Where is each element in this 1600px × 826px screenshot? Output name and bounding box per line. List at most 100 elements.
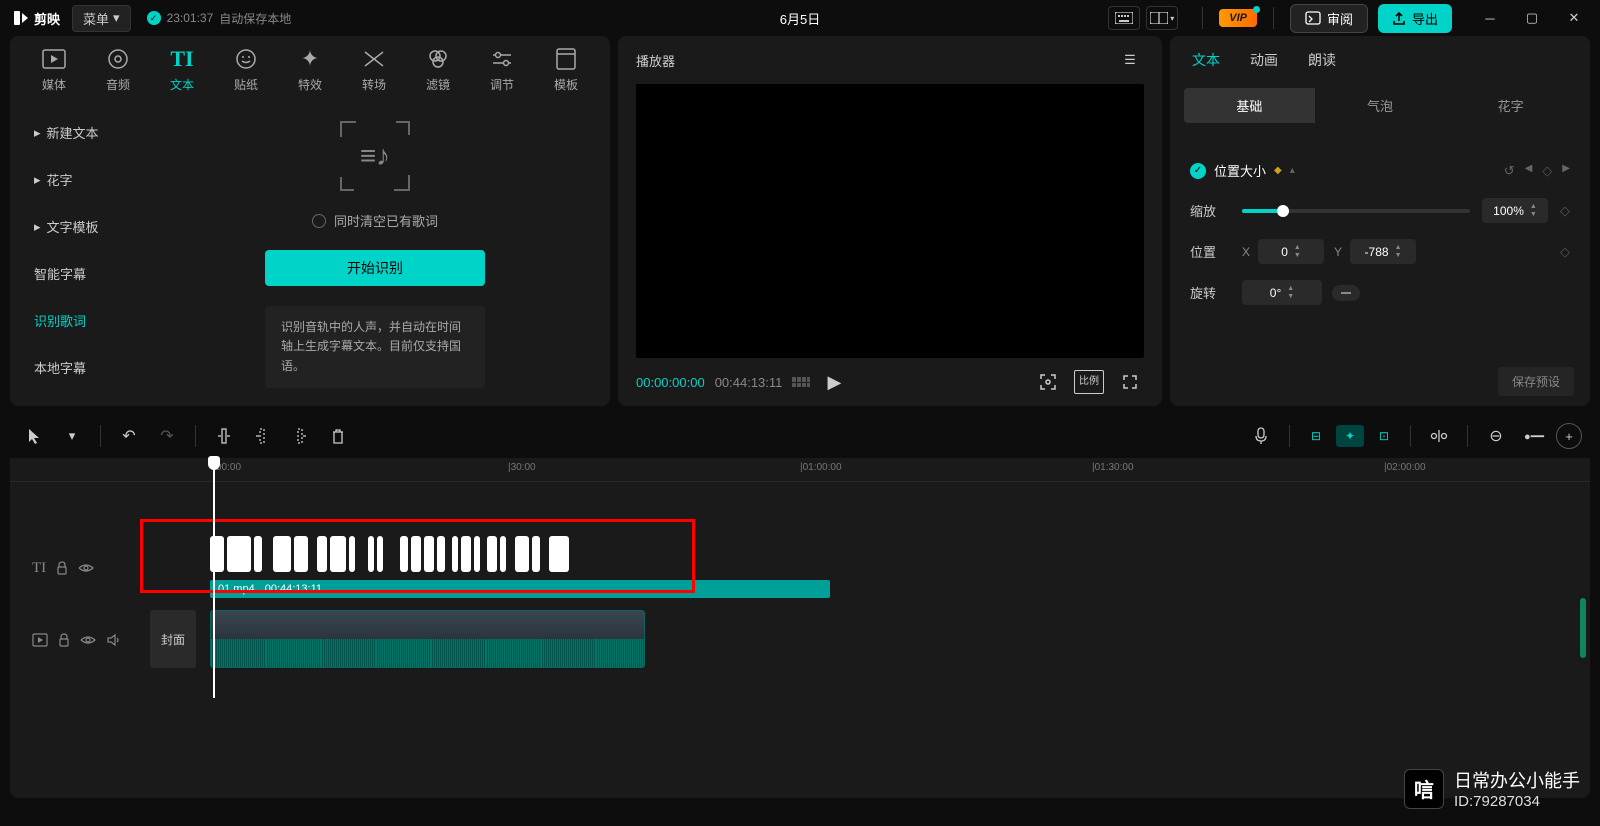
redo-button[interactable]: ↷ bbox=[151, 420, 183, 452]
preview-title: 播放器 bbox=[636, 51, 675, 70]
delete-tool[interactable] bbox=[322, 420, 354, 452]
rotate-label: 旋转 bbox=[1190, 283, 1230, 302]
sidebar-text-template[interactable]: ▸文字模板 bbox=[22, 207, 128, 246]
video-player[interactable] bbox=[636, 84, 1144, 358]
transition-icon bbox=[363, 46, 385, 72]
nav-tab-sticker[interactable]: 贴纸 bbox=[214, 44, 278, 95]
sidebar-new-text[interactable]: ▸新建文本 bbox=[22, 113, 128, 152]
eye-icon[interactable] bbox=[78, 562, 94, 574]
chevron-right-icon: ▸ bbox=[34, 219, 41, 235]
play-button[interactable]: ▶ bbox=[820, 370, 848, 394]
video-clip[interactable] bbox=[210, 610, 645, 668]
sidebar-fancy-text[interactable]: ▸花字 bbox=[22, 160, 128, 199]
mode-1[interactable]: ⊟ bbox=[1302, 425, 1330, 447]
split-tool[interactable] bbox=[208, 420, 240, 452]
chevron-right-icon: ▸ bbox=[34, 172, 41, 188]
text-icon: TI bbox=[170, 46, 193, 72]
seg-basic[interactable]: 基础 bbox=[1184, 88, 1315, 123]
props-tab-read[interactable]: 朗读 bbox=[1308, 50, 1336, 74]
nav-tab-text[interactable]: TI文本 bbox=[150, 44, 214, 95]
app-logo: 剪映 bbox=[12, 9, 60, 28]
review-icon bbox=[1305, 11, 1321, 25]
sidebar-local-subtitle[interactable]: 本地字幕 bbox=[22, 348, 128, 387]
mode-2[interactable]: ✦ bbox=[1336, 425, 1364, 447]
zoom-out-button[interactable]: ⊖ bbox=[1480, 420, 1512, 452]
preview-menu-icon[interactable]: ☰ bbox=[1116, 48, 1144, 72]
fullscreen-icon[interactable] bbox=[1116, 370, 1144, 394]
start-recognize-button[interactable]: 开始识别 bbox=[265, 250, 485, 286]
playhead[interactable] bbox=[213, 458, 215, 698]
layout-icon[interactable]: ▾ bbox=[1146, 6, 1178, 30]
save-preset-button[interactable]: 保存预设 bbox=[1498, 367, 1574, 396]
section-title: 位置大小 bbox=[1214, 161, 1266, 180]
save-status: ✓ 23:01:37 自动保存本地 bbox=[147, 10, 292, 27]
lock-icon[interactable] bbox=[58, 633, 70, 647]
pos-x-input[interactable]: 0▲▼ bbox=[1258, 239, 1324, 264]
filter-icon bbox=[427, 46, 449, 72]
pos-y-input[interactable]: -788▲▼ bbox=[1350, 239, 1416, 264]
nav-tab-filter[interactable]: 滤镜 bbox=[406, 44, 470, 95]
lyrics-recognize-icon: ≡♪ bbox=[340, 121, 410, 191]
scale-slider[interactable] bbox=[1242, 209, 1470, 213]
position-label: 位置 bbox=[1190, 242, 1230, 261]
undo-button[interactable]: ↶ bbox=[113, 420, 145, 452]
review-button[interactable]: 审阅 bbox=[1290, 4, 1368, 33]
sidebar-recognize-lyrics[interactable]: 识别歌词 bbox=[22, 301, 128, 340]
focus-icon[interactable] bbox=[1034, 370, 1062, 394]
effect-icon: ✦ bbox=[301, 46, 319, 72]
rotate-input[interactable]: 0°▲▼ bbox=[1242, 280, 1322, 305]
cursor-tool[interactable] bbox=[18, 420, 50, 452]
vip-badge[interactable]: VIP bbox=[1219, 9, 1257, 27]
mic-icon[interactable] bbox=[1245, 420, 1277, 452]
split-right-tool[interactable] bbox=[284, 420, 316, 452]
keyboard-icon[interactable] bbox=[1108, 6, 1140, 30]
eye-icon[interactable] bbox=[80, 634, 96, 646]
chevron-down-icon: ▾ bbox=[113, 10, 120, 26]
menu-button[interactable]: 菜单 ▾ bbox=[72, 5, 131, 32]
ratio-button[interactable]: 比例 bbox=[1074, 370, 1104, 394]
nav-tab-template[interactable]: 模板 bbox=[534, 44, 598, 95]
zoom-slider-thumb[interactable]: ●━━ bbox=[1518, 420, 1550, 452]
watermark: 唁 日常办公小能手 ID:79287034 bbox=[1404, 767, 1580, 810]
description-box: 识别音轨中的人声，并自动在时间轴上生成字幕文本。目前仅支持国语。 bbox=[265, 306, 485, 388]
scale-value[interactable]: 100%▲▼ bbox=[1482, 198, 1548, 223]
props-tab-text[interactable]: 文本 bbox=[1192, 50, 1220, 74]
export-icon bbox=[1392, 11, 1406, 25]
grid-icon[interactable] bbox=[792, 377, 810, 387]
next-keyframe-icon[interactable]: ▶ bbox=[1562, 163, 1570, 179]
sidebar-smart-subtitle[interactable]: 智能字幕 bbox=[22, 254, 128, 293]
zoom-in-button[interactable]: + bbox=[1556, 423, 1582, 449]
mode-3[interactable]: ⊡ bbox=[1370, 425, 1398, 447]
lock-icon[interactable] bbox=[56, 561, 68, 575]
maximize-button[interactable]: ▢ bbox=[1518, 6, 1546, 30]
timeline-ruler[interactable]: 00:00 |30:00 |01:00:00 |01:30:00 |02:00:… bbox=[10, 458, 1590, 482]
nav-tab-audio[interactable]: 音频 bbox=[86, 44, 150, 95]
template-icon bbox=[556, 46, 576, 72]
reset-icon[interactable]: ↺ bbox=[1504, 163, 1515, 179]
nav-tab-effect[interactable]: ✦特效 bbox=[278, 44, 342, 95]
rotate-toggle[interactable] bbox=[1332, 285, 1360, 301]
chevron-up-icon: ▴ bbox=[1290, 165, 1295, 176]
props-tab-animation[interactable]: 动画 bbox=[1250, 50, 1278, 74]
cursor-dropdown[interactable]: ▾ bbox=[56, 420, 88, 452]
nav-tab-adjust[interactable]: 调节 bbox=[470, 44, 534, 95]
audio-icon bbox=[107, 46, 129, 72]
snap-tool[interactable] bbox=[1423, 420, 1455, 452]
nav-tab-transition[interactable]: 转场 bbox=[342, 44, 406, 95]
close-button[interactable]: ✕ bbox=[1560, 6, 1588, 30]
export-button[interactable]: 导出 bbox=[1378, 4, 1452, 33]
seg-bubble[interactable]: 气泡 bbox=[1315, 88, 1446, 123]
keyframe-icon[interactable]: ◇ bbox=[1542, 163, 1552, 179]
diamond-icon: ◆ bbox=[1274, 165, 1282, 176]
seg-fancy[interactable]: 花字 bbox=[1445, 88, 1576, 123]
prev-keyframe-icon[interactable]: ◀ bbox=[1525, 163, 1533, 179]
mute-icon[interactable] bbox=[106, 633, 120, 647]
minimize-button[interactable]: ─ bbox=[1476, 6, 1504, 30]
clear-lyrics-checkbox[interactable]: 同时清空已有歌词 bbox=[312, 211, 438, 230]
section-check-icon[interactable]: ✓ bbox=[1190, 163, 1206, 179]
audio-info-bar[interactable]: 01.mp4 00:44:13:11 bbox=[210, 580, 830, 598]
subtitle-clips[interactable] bbox=[210, 536, 569, 572]
nav-tab-media[interactable]: 媒体 bbox=[22, 44, 86, 95]
cover-button[interactable]: 封面 bbox=[150, 610, 196, 668]
split-left-tool[interactable] bbox=[246, 420, 278, 452]
